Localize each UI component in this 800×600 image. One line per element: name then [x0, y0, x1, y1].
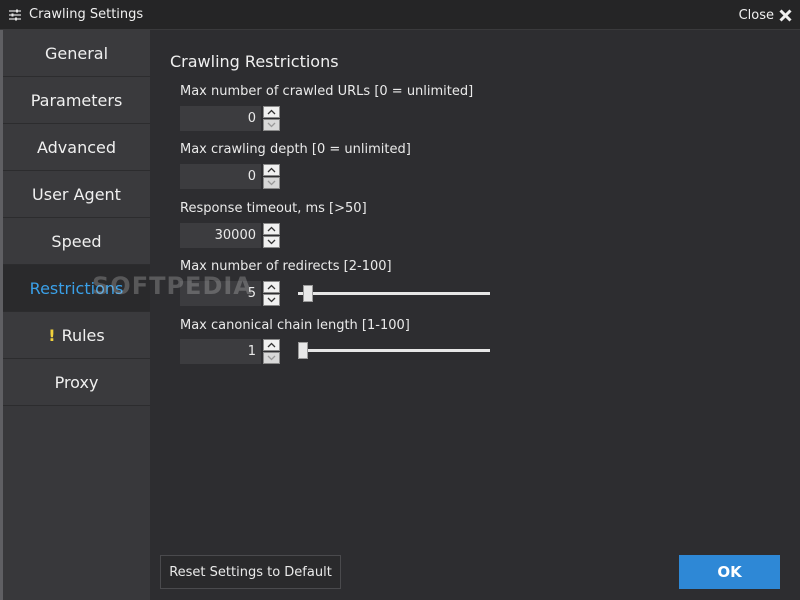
sidebar-item-label: Advanced [36, 137, 117, 157]
spin-buttons [263, 106, 280, 131]
spin-buttons [263, 164, 280, 189]
increment-button[interactable] [263, 164, 280, 176]
decrement-button[interactable] [263, 294, 280, 306]
spin-buttons [263, 223, 280, 248]
sidebar-item-label: User Agent [32, 184, 121, 204]
canonical-slider[interactable] [298, 340, 490, 362]
arrow-up-icon [267, 109, 276, 115]
redirects-spinbox [180, 281, 280, 306]
sidebar-item-label: Rules [61, 325, 105, 345]
increment-button[interactable] [263, 339, 280, 351]
sidebar-item-general[interactable]: General [3, 30, 150, 77]
increment-button[interactable] [263, 281, 280, 293]
close-icon [779, 8, 792, 22]
slider-thumb[interactable] [298, 342, 308, 359]
slider-thumb[interactable] [303, 285, 313, 302]
arrow-down-icon [267, 122, 276, 128]
sidebar-item-advanced[interactable]: Advanced [3, 124, 150, 171]
max-urls-label: Max number of crawled URLs [0 = unlimite… [180, 84, 474, 99]
window-title: Crawling Settings [29, 7, 144, 22]
sidebar-item-speed[interactable]: Speed [3, 218, 150, 265]
sidebar-item-label: General [44, 43, 109, 63]
redirects-slider[interactable] [298, 283, 490, 305]
decrement-button[interactable] [263, 119, 280, 131]
timeout-spinbox [180, 223, 280, 248]
sidebar-empty-area [3, 406, 150, 600]
slider-track [298, 349, 490, 352]
increment-button[interactable] [263, 223, 280, 235]
decrement-button[interactable] [263, 236, 280, 248]
arrow-down-icon [267, 180, 276, 186]
warning-icon: ! [48, 325, 56, 345]
arrow-down-icon [267, 355, 276, 361]
settings-sliders-icon [9, 9, 21, 21]
sidebar-item-parameters[interactable]: Parameters [3, 77, 150, 124]
arrow-up-icon [267, 342, 276, 348]
ok-button[interactable]: OK [679, 555, 780, 589]
sidebar-item-label: Parameters [30, 90, 123, 110]
arrow-up-icon [267, 284, 276, 290]
slider-track [298, 292, 490, 295]
increment-button[interactable] [263, 106, 280, 118]
decrement-button[interactable] [263, 352, 280, 364]
sidebar-item-label: Speed [51, 231, 102, 251]
section-title: Crawling Restrictions [170, 52, 339, 71]
max-urls-spinbox [180, 106, 280, 131]
spin-buttons [263, 281, 280, 306]
reset-settings-button[interactable]: Reset Settings to Default [160, 555, 341, 589]
max-depth-spinbox [180, 164, 280, 189]
timeout-input[interactable] [180, 223, 261, 248]
redirects-input[interactable] [180, 281, 261, 306]
sidebar: General Parameters Advanced User Agent S… [0, 30, 150, 600]
max-depth-input[interactable] [180, 164, 261, 189]
settings-panel: Crawling Restrictions Max number of craw… [150, 30, 800, 600]
arrow-up-icon [267, 226, 276, 232]
close-label: Close [738, 7, 774, 23]
arrow-down-icon [267, 239, 276, 245]
max-depth-label: Max crawling depth [0 = unlimited] [180, 142, 411, 157]
max-urls-input[interactable] [180, 106, 261, 131]
sidebar-item-label: Proxy [54, 372, 99, 392]
sidebar-item-user-agent[interactable]: User Agent [3, 171, 150, 218]
title-bar: Crawling Settings Close [0, 0, 800, 30]
arrow-down-icon [267, 297, 276, 303]
canonical-label: Max canonical chain length [1-100] [180, 318, 410, 333]
sidebar-item-label: Restrictions [29, 278, 124, 298]
sidebar-item-rules[interactable]: ! Rules [3, 312, 150, 359]
sidebar-item-proxy[interactable]: Proxy [3, 359, 150, 406]
close-button[interactable]: Close [739, 5, 792, 25]
sidebar-item-restrictions[interactable]: Restrictions [3, 265, 150, 312]
spin-buttons [263, 339, 280, 364]
arrow-up-icon [267, 167, 276, 173]
timeout-label: Response timeout, ms [>50] [180, 201, 367, 216]
decrement-button[interactable] [263, 177, 280, 189]
canonical-input[interactable] [180, 339, 261, 364]
redirects-label: Max number of redirects [2-100] [180, 259, 392, 274]
canonical-spinbox [180, 339, 280, 364]
